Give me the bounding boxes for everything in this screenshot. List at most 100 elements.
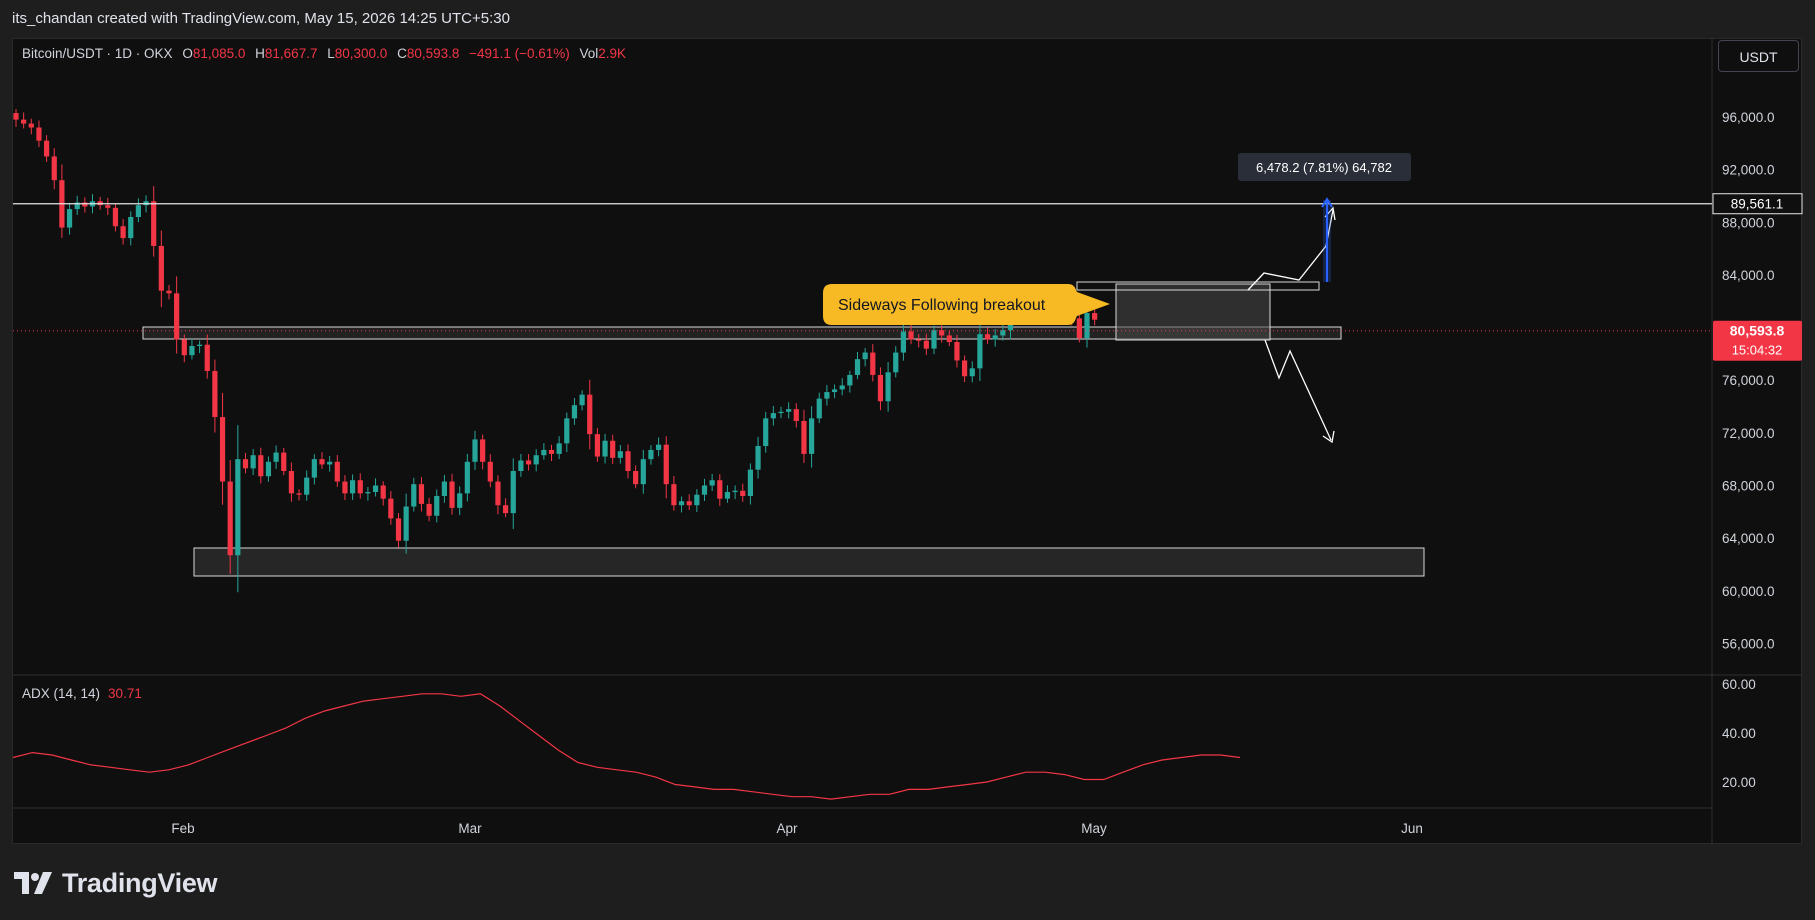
adx-legend: ADX (14, 14) 30.71 [22, 686, 142, 701]
candle-up [533, 455, 539, 465]
low-label: L [327, 46, 335, 61]
candle-down [587, 394, 593, 435]
candle-down [984, 334, 991, 340]
callout-text: Sideways Following breakout [838, 297, 1046, 314]
currency-button[interactable]: USDT [1718, 40, 1799, 72]
close-value: 80,593.8 [406, 46, 460, 61]
adx-label[interactable]: ADX (14, 14) [22, 686, 100, 701]
time-tick-label: May [1081, 821, 1107, 836]
candle-up [900, 331, 906, 353]
symbol-label[interactable]: Bitcoin/USDT · 1D · OKX [22, 46, 173, 61]
candle-down [51, 156, 57, 181]
support-zone[interactable] [193, 547, 1425, 577]
candle-down [954, 342, 960, 361]
candle-down [1092, 313, 1098, 320]
candle-up [571, 405, 578, 419]
candle-up [434, 496, 440, 516]
adx-tick-label: 60.00 [1722, 677, 1756, 692]
candle-up [839, 385, 845, 390]
candle-up [66, 209, 73, 228]
bullish-projection-path[interactable] [1247, 245, 1327, 291]
candle-up [403, 506, 409, 541]
candle-down [717, 480, 723, 499]
time-tick-label: Apr [776, 821, 798, 836]
candle-up [135, 205, 141, 218]
candle-down [120, 226, 126, 239]
candle-down [105, 205, 111, 208]
candle-up [747, 469, 753, 497]
candle-down [212, 370, 218, 418]
price-tick-label: 92,000.0 [1722, 163, 1775, 178]
candle-up [763, 418, 769, 446]
candle-down [946, 335, 952, 343]
candle-down [923, 340, 929, 349]
candle-down [418, 484, 425, 504]
vol-value: 2.9K [598, 46, 627, 61]
candle-down [296, 493, 302, 495]
candle-down [1076, 318, 1082, 339]
candle-up [778, 411, 784, 414]
candle-down [525, 460, 532, 465]
chart-canvas[interactable]: 6,478.2 (7.81%) 64,782 Sideways Following… [0, 0, 1815, 920]
candle-down [13, 113, 19, 120]
tradingview-logo-icon [14, 872, 52, 894]
candle-up [831, 389, 838, 393]
candle-up [365, 492, 371, 494]
candle-down [288, 471, 294, 494]
candle-up [273, 452, 279, 462]
high-value: 81,667.7 [264, 46, 318, 61]
close-label: C [397, 46, 407, 61]
adx-line[interactable] [12, 693, 1241, 800]
candle-down [633, 471, 639, 485]
candle-up [1084, 313, 1090, 339]
price-tick-label: 72,000.0 [1722, 426, 1775, 441]
candle-up [724, 492, 731, 499]
candle-up [189, 345, 195, 356]
candle-down [487, 461, 493, 482]
candle-up [510, 471, 516, 514]
candle-up [969, 368, 975, 377]
consolidation-box[interactable] [1115, 283, 1271, 341]
down-arrow-head-icon [1322, 430, 1335, 444]
candle-down [962, 360, 968, 377]
change-value: −491.1 (−0.61%) [469, 46, 570, 61]
candle-down [319, 459, 325, 465]
candle-up [556, 443, 562, 454]
bar-countdown-label: 15:04:32 [1732, 343, 1783, 358]
last-price-label: 80,593.8 [1730, 323, 1785, 339]
candle-up [885, 372, 891, 402]
candle-down [151, 201, 157, 246]
ohlc-legend: Bitcoin/USDT · 1D · OKX O81,085.0 H81,66… [22, 44, 626, 64]
candle-down [625, 451, 631, 472]
candles [13, 109, 1098, 593]
candle-up [128, 217, 134, 239]
candle-up [656, 444, 662, 450]
time-tick-label: Feb [171, 821, 194, 836]
candle-down [380, 485, 386, 499]
low-value: 80,300.0 [334, 46, 388, 61]
candle-up [931, 330, 937, 349]
candle-up [709, 480, 715, 486]
candle-down [181, 339, 187, 356]
tradingview-logo[interactable]: TradingView [14, 866, 218, 900]
candle-up [893, 352, 899, 373]
candle-up [847, 374, 853, 386]
candle-up [678, 501, 685, 506]
candle-down [503, 505, 509, 514]
time-tick-label: Mar [458, 821, 482, 836]
candle-up [411, 484, 417, 507]
candle-down [112, 207, 119, 227]
price-tick-label: 64,000.0 [1722, 531, 1775, 546]
zone-boxes [142, 281, 1425, 577]
candle-up [732, 490, 738, 493]
candle-down [877, 374, 884, 402]
candle-up [755, 446, 761, 470]
candle-up [265, 461, 272, 477]
annotations: 6,478.2 (7.81%) 64,782 Sideways Following… [13, 153, 1712, 444]
candle-down [281, 452, 287, 472]
bearish-projection-path[interactable] [1264, 339, 1332, 441]
candle-up [977, 334, 983, 369]
candle-up [327, 461, 333, 465]
candle-up [350, 480, 356, 494]
candle-up [602, 440, 608, 457]
